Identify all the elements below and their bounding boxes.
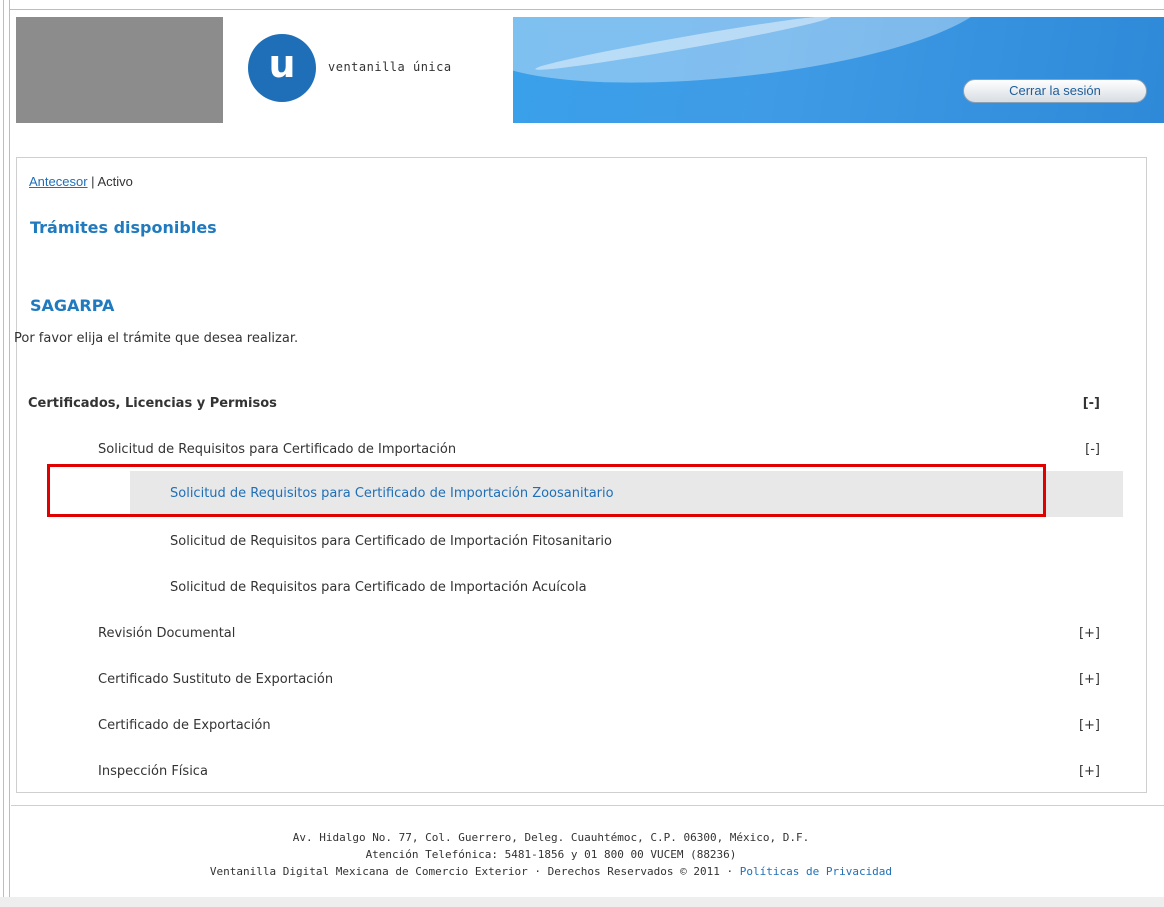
site-header: u ventanilla única Cerrar la sesión	[11, 11, 1164, 123]
breadcrumb-current: Activo	[97, 174, 133, 189]
footer-copyright: Ventanilla Digital Mexicana de Comercio …	[11, 863, 1091, 880]
tree-subitem-label: Revisión Documental	[98, 626, 236, 641]
vu-logo-icon: u	[248, 34, 316, 102]
logo-area: u ventanilla única	[223, 17, 513, 123]
footer-divider	[11, 805, 1164, 806]
privacy-policy-link[interactable]: Políticas de Privacidad	[740, 865, 892, 878]
tree-subitem-label: Certificado Sustituto de Exportación	[98, 672, 334, 687]
tree-leaf-label[interactable]: Solicitud de Requisitos para Certificado…	[170, 580, 587, 595]
breadcrumb: Antecesor | Activo	[29, 174, 133, 189]
tree-category-certificados[interactable]: Certificados, Licencias y Permisos [-]	[28, 390, 1124, 418]
footer-phone: Atención Telefónica: 5481-1856 y 01 800 …	[365, 848, 737, 861]
header-banner: Cerrar la sesión	[513, 17, 1164, 123]
breadcrumb-separator: |	[91, 174, 95, 189]
collapse-toggle[interactable]: [-]	[1083, 390, 1100, 418]
org-title: SAGARPA	[30, 296, 115, 315]
tree-subitem-revision-documental[interactable]: Revisión Documental [+]	[98, 620, 1124, 648]
tree-subitem-label: Inspección Física	[98, 764, 208, 779]
breadcrumb-link-antecesor[interactable]: Antecesor	[29, 174, 88, 189]
tree-subitem-label: Certificado de Exportación	[98, 718, 271, 733]
expand-toggle[interactable]: [+]	[1079, 712, 1100, 740]
expand-toggle[interactable]: [+]	[1079, 666, 1100, 694]
tree-leaf-acuicola[interactable]: Solicitud de Requisitos para Certificado…	[170, 574, 970, 602]
collapse-toggle[interactable]: [-]	[1085, 436, 1100, 464]
tree-subitem-inspeccion-fisica[interactable]: Inspección Física [+]	[98, 758, 1124, 786]
tree-subitem-certificado-exportacion[interactable]: Certificado de Exportación [+]	[98, 712, 1124, 740]
footer-address: Av. Hidalgo No. 77, Col. Guerrero, Deleg…	[292, 831, 810, 844]
logo-text: ventanilla única	[328, 60, 452, 74]
tree-subitem-certificado-sustituto[interactable]: Certificado Sustituto de Exportación [+]	[98, 666, 1124, 694]
footer-copyright-text: Ventanilla Digital Mexicana de Comercio …	[209, 865, 734, 878]
tree-subitem-label: Solicitud de Requisitos para Certificado…	[98, 442, 457, 457]
bottom-band	[0, 897, 1164, 907]
logout-button[interactable]: Cerrar la sesión	[963, 79, 1147, 103]
expand-toggle[interactable]: [+]	[1079, 758, 1100, 786]
page-title: Trámites disponibles	[30, 218, 217, 237]
instructions-text: Por favor elija el trámite que desea rea…	[14, 331, 299, 346]
tree-category-label: Certificados, Licencias y Permisos	[28, 396, 277, 411]
tree-leaf-label[interactable]: Solicitud de Requisitos para Certificado…	[170, 534, 612, 549]
highlight-annotation-box	[47, 464, 1046, 517]
site-footer: Av. Hidalgo No. 77, Col. Guerrero, Deleg…	[11, 829, 1091, 880]
header-gray-panel	[16, 17, 223, 123]
window-top-border	[0, 0, 1164, 10]
expand-toggle[interactable]: [+]	[1079, 620, 1100, 648]
window-left-border	[0, 0, 10, 907]
tree-leaf-fitosanitario[interactable]: Solicitud de Requisitos para Certificado…	[170, 528, 970, 556]
tree-subitem-solicitud-importacion[interactable]: Solicitud de Requisitos para Certificado…	[98, 436, 1124, 464]
